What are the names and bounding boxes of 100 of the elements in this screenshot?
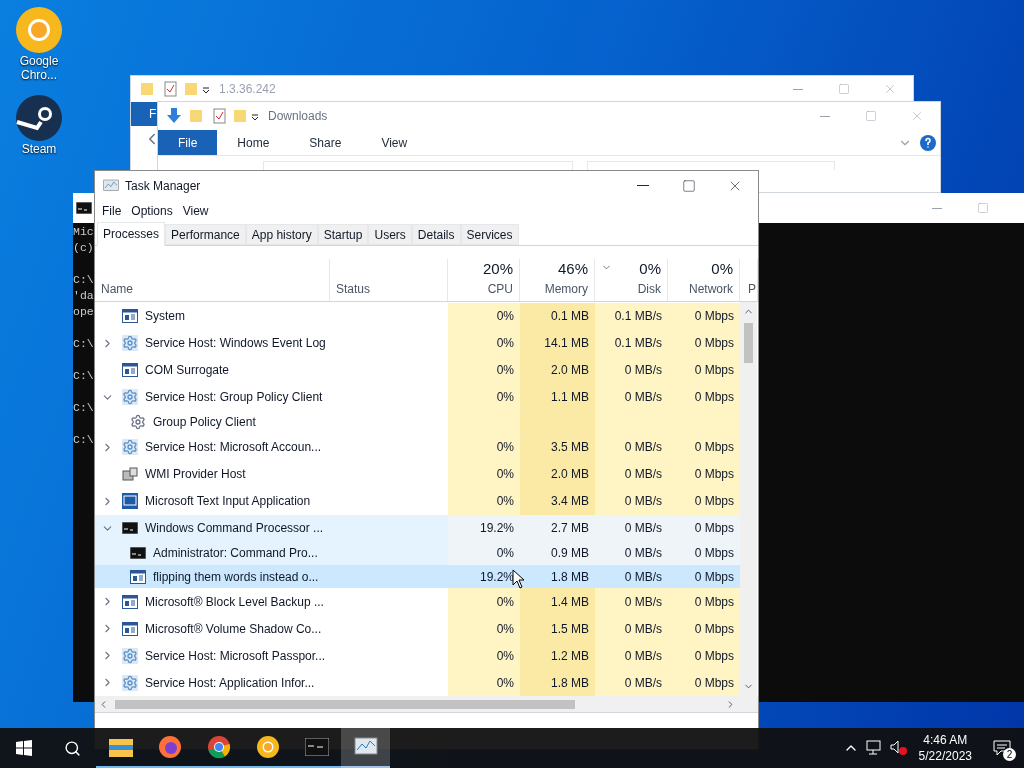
column-header[interactable]: Name <box>95 259 330 301</box>
process-row[interactable]: COM Surrogate <box>95 356 448 384</box>
network-icon[interactable] <box>865 740 884 756</box>
usage-cell: 0% <box>448 329 520 357</box>
usage-cell: 2.7 MB <box>520 514 595 542</box>
ribbon-tab[interactable]: File <box>158 130 218 155</box>
process-name: Service Host: Group Policy Client <box>145 389 323 407</box>
window-title: Downloads <box>268 108 328 125</box>
process-row[interactable]: Windows Command Processor ... <box>95 514 448 542</box>
process-row[interactable]: Group Policy Client <box>95 410 448 434</box>
task-manager-icon <box>103 178 119 193</box>
usage-cell: 1.5 MB <box>520 615 595 643</box>
usage-cell: 0 MB/s <box>595 588 668 616</box>
usage-cell: 0% <box>448 588 520 616</box>
tab[interactable]: Performance <box>165 224 246 245</box>
horizontal-scrollbar[interactable] <box>95 696 758 713</box>
process-name: COM Surrogate <box>145 362 230 380</box>
ribbon-tab[interactable]: Share <box>289 130 362 155</box>
clock-time[interactable]: 4:46 AM <box>923 732 968 748</box>
tab[interactable]: Details <box>411 224 461 245</box>
muted-speaker-icon[interactable] <box>889 740 908 756</box>
menu-item[interactable]: Options <box>126 202 178 220</box>
console-line: (c) <box>73 240 94 256</box>
notification-count: 2 <box>1003 748 1016 761</box>
tab[interactable]: Users <box>368 224 412 245</box>
tab[interactable]: Processes <box>97 222 166 246</box>
ribbon-tab[interactable]: F <box>149 105 157 123</box>
process-row[interactable]: Service Host: Group Policy Client <box>95 383 448 411</box>
usage-cell: 0 Mbps <box>668 383 740 411</box>
close-icon <box>883 82 897 96</box>
window-icon <box>122 309 138 324</box>
menu-item[interactable]: View <box>177 202 214 220</box>
usage-cell: 0 MB/s <box>595 487 668 515</box>
usage-cell: 0 Mbps <box>668 565 740 589</box>
scroll-thumb[interactable] <box>115 699 575 709</box>
quick-access-icons[interactable] <box>190 108 260 124</box>
chrome-icon <box>206 735 231 759</box>
process-row[interactable]: System <box>95 303 448 330</box>
usage-cell: 1.8 MB <box>520 565 595 589</box>
column-header[interactable]: 0% Network <box>668 259 740 301</box>
gear-icon <box>122 647 138 664</box>
gear-icon <box>122 389 138 406</box>
console-line: C:\ <box>73 432 94 448</box>
window-icon <box>122 621 138 636</box>
close-icon <box>910 109 924 123</box>
tab[interactable]: Startup <box>317 224 369 245</box>
column-header[interactable]: 46% Memory <box>520 259 595 301</box>
column-header[interactable]: P <box>740 259 758 301</box>
tab[interactable]: App history <box>245 224 318 245</box>
maximize-icon <box>838 83 850 95</box>
usage-cell: 0% <box>448 669 520 696</box>
desktop-icon-label[interactable]: Google Chro... <box>4 54 74 82</box>
process-row[interactable]: Service Host: Windows Event Log <box>95 329 448 357</box>
minimize-icon <box>793 88 803 90</box>
process-row[interactable]: Administrator: Command Pro... <box>95 541 448 565</box>
process-row[interactable]: Microsoft Text Input Application <box>95 487 448 515</box>
usage-cell: 2.0 MB <box>520 356 595 384</box>
column-header[interactable]: 20% CPU <box>448 259 520 301</box>
clock-date[interactable]: 5/22/2023 <box>918 748 972 764</box>
column-label: Name <box>101 281 133 298</box>
usage-cell: 0 Mbps <box>668 303 740 330</box>
process-row[interactable]: Service Host: Microsoft Accoun... <box>95 434 448 461</box>
download-icon <box>166 108 182 124</box>
scroll-thumb[interactable] <box>744 323 753 363</box>
quick-access-icons[interactable] <box>141 81 211 97</box>
computer-icon <box>122 466 138 483</box>
usage-cell: 0 Mbps <box>668 588 740 616</box>
process-name: Service Host: Application Infor... <box>145 674 315 692</box>
usage-cell: 0% <box>448 642 520 670</box>
tab[interactable]: Services <box>460 224 519 245</box>
vertical-scrollbar[interactable] <box>740 302 757 696</box>
taskbar-app[interactable] <box>341 728 390 768</box>
maximize-icon <box>977 202 989 214</box>
process-row[interactable]: WMI Provider Host <box>95 460 448 488</box>
column-header[interactable]: 0% Disk <box>595 259 668 301</box>
process-row[interactable]: Microsoft® Volume Shadow Co... <box>95 615 448 643</box>
column-header[interactable]: Status <box>330 259 448 301</box>
gear-icon <box>122 439 138 456</box>
process-row[interactable]: Service Host: Application Infor... <box>95 669 448 696</box>
column-label: Memory <box>544 281 588 298</box>
window-icon <box>122 594 138 609</box>
console-line: C:\ <box>73 368 94 384</box>
help-icon[interactable] <box>920 134 936 151</box>
process-name: Service Host: Microsoft Accoun... <box>145 439 322 457</box>
process-row[interactable]: Service Host: Microsoft Passpor... <box>95 642 448 670</box>
usage-cell: 0 MB/s <box>595 514 668 542</box>
process-row[interactable]: flipping them words instead o... <box>95 565 448 589</box>
notifications-icon[interactable] <box>993 740 1011 756</box>
windows-icon <box>16 740 32 756</box>
ribbon-tab[interactable]: Home <box>217 130 290 155</box>
process-name: Microsoft® Block Level Backup ... <box>145 593 324 611</box>
usage-cell: 0 Mbps <box>668 541 740 565</box>
process-row[interactable]: Microsoft® Block Level Backup ... <box>95 588 448 616</box>
column-label: Status <box>336 281 371 298</box>
menu-item[interactable]: File <box>97 202 127 220</box>
usage-cell: 0 Mbps <box>668 642 740 670</box>
desktop-icon-label[interactable]: Steam <box>21 142 57 156</box>
ribbon-tab[interactable]: View <box>361 130 428 155</box>
usage-cell: 0 Mbps <box>668 669 740 696</box>
usage-cell: 0% <box>448 615 520 643</box>
